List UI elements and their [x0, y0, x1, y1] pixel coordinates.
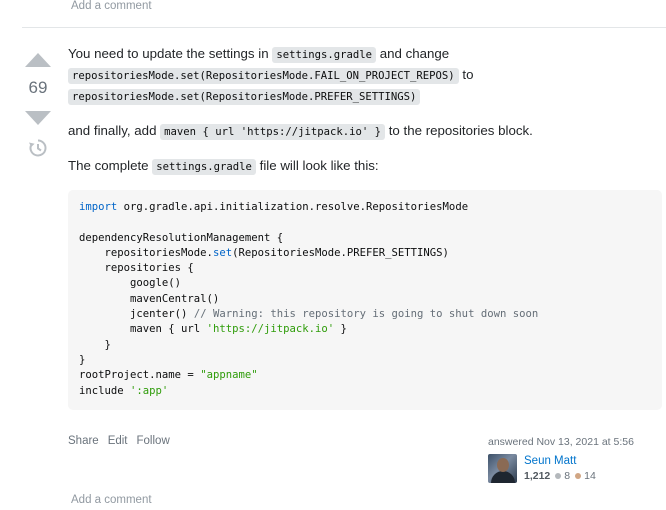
inline-code: repositoriesMode.set(RepositoriesMode.PR…	[68, 89, 421, 105]
code-text: repositories {	[79, 262, 194, 275]
downvote-button[interactable]	[22, 104, 54, 132]
text: The complete	[68, 158, 149, 173]
user-stats: 1,212 8 14	[524, 470, 596, 482]
add-comment-link-top[interactable]: Add a comment	[71, 0, 152, 12]
code-text: dependencyResolutionManagement {	[79, 231, 284, 244]
code-comment: // Warning: this repository is going to …	[193, 308, 539, 321]
bronze-badges: 14	[575, 470, 596, 482]
code-text: maven { url	[79, 323, 207, 336]
post-menu: Share Edit Follow	[68, 435, 170, 447]
edit-link[interactable]: Edit	[108, 435, 128, 447]
share-link[interactable]: Share	[68, 435, 99, 447]
text: to	[462, 67, 474, 82]
code-string: "appname"	[200, 369, 258, 382]
user-card: answered Nov 13, 2021 at 5:56 Seun Matt …	[488, 436, 662, 483]
code-text: repositoriesMode.	[79, 246, 213, 259]
paragraph-3: The complete settings.gradle file will l…	[68, 156, 662, 177]
paragraph-2: and finally, add maven { url 'https://ji…	[68, 121, 662, 142]
paragraph-1: You need to update the settings in setti…	[68, 44, 662, 107]
avatar[interactable]	[488, 454, 517, 483]
text: You need to update the settings in	[68, 46, 269, 61]
code-text: jcenter()	[79, 308, 194, 321]
text: to the repositories block.	[388, 123, 533, 138]
text: and change	[379, 46, 450, 61]
code-text: }	[334, 323, 347, 336]
user-info: Seun Matt 1,212 8 14	[488, 454, 662, 483]
text: and finally, add	[68, 123, 157, 138]
user-details: Seun Matt 1,212 8 14	[524, 454, 596, 482]
reputation-score: 1,212	[524, 470, 551, 482]
code-keyword: set	[212, 246, 233, 259]
user-name-link[interactable]: Seun Matt	[524, 454, 596, 468]
code-text: (RepositoriesMode.PREFER_SETTINGS)	[232, 246, 449, 259]
divider	[22, 27, 666, 28]
code-text: include	[79, 384, 131, 397]
inline-code: repositoriesMode.set(RepositoriesMode.FA…	[68, 68, 459, 84]
history-icon	[29, 139, 47, 157]
follow-link[interactable]: Follow	[137, 435, 170, 447]
history-button[interactable]	[22, 136, 54, 160]
inline-code: maven { url 'https://jitpack.io' }	[160, 124, 386, 140]
inline-code: settings.gradle	[152, 159, 256, 175]
code-text: }	[79, 353, 86, 366]
answer-body: You need to update the settings in setti…	[68, 44, 662, 191]
code-text: }	[79, 338, 111, 351]
code-text: rootProject.name =	[79, 369, 201, 382]
arrow-down-icon	[25, 111, 51, 125]
silver-badge-icon	[555, 473, 562, 480]
code-keyword: import	[79, 201, 118, 213]
upvote-button[interactable]	[22, 46, 54, 74]
code-block: import org.gradle.api.initialization.res…	[68, 190, 662, 410]
vote-count: 69	[28, 78, 48, 97]
code-string: 'https://jitpack.io'	[206, 323, 335, 336]
vote-column: 69	[22, 46, 54, 160]
code-text: org.gradle.api.initialization.resolve.Re…	[117, 201, 469, 213]
text: file will look like this:	[259, 158, 379, 173]
arrow-up-icon	[25, 53, 51, 67]
silver-badges: 8	[555, 470, 570, 482]
answered-timestamp[interactable]: answered Nov 13, 2021 at 5:56	[488, 436, 662, 448]
inline-code: settings.gradle	[272, 47, 376, 63]
add-comment-link[interactable]: Add a comment	[71, 494, 152, 506]
code-text: mavenCentral()	[79, 292, 220, 305]
code-text: google()	[79, 277, 182, 290]
code-string: ':app'	[130, 384, 169, 397]
bronze-badge-icon	[575, 473, 582, 480]
